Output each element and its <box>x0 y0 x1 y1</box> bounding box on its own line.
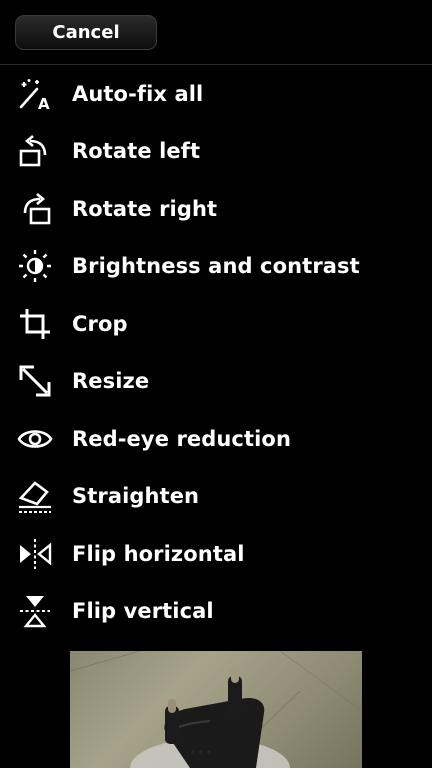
flip-vertical-icon <box>17 593 53 629</box>
eye-icon <box>17 421 53 457</box>
edit-menu: A Auto-fix all Rotate left Rotate right <box>0 65 432 640</box>
menu-item-label: Red-eye reduction <box>72 426 291 451</box>
menu-item-label: Straighten <box>72 484 200 509</box>
menu-item-brightness[interactable]: Brightness and contrast <box>0 238 432 296</box>
menu-item-label: Rotate left <box>72 139 201 164</box>
menu-item-rotate-right[interactable]: Rotate right <box>0 180 432 238</box>
cancel-button[interactable]: Cancel <box>15 15 157 50</box>
menu-item-auto-fix-all[interactable]: A Auto-fix all <box>0 65 432 123</box>
menu-item-resize[interactable]: Resize <box>0 353 432 411</box>
svg-text:◦ ◦ ◦: ◦ ◦ ◦ <box>190 749 212 759</box>
header-bar: Cancel <box>0 0 432 64</box>
flip-horizontal-icon <box>17 536 53 572</box>
menu-item-label: Flip horizontal <box>72 541 245 566</box>
menu-item-red-eye[interactable]: Red-eye reduction <box>0 410 432 468</box>
rotate-left-icon <box>17 133 53 169</box>
brightness-icon <box>17 248 53 284</box>
photo-preview: ◦ ◦ ◦ <box>70 651 362 768</box>
auto-fix-icon: A <box>17 76 53 112</box>
straighten-icon <box>17 478 53 514</box>
crop-icon <box>17 306 53 342</box>
menu-item-label: Crop <box>72 311 128 336</box>
photo-preview-image: ◦ ◦ ◦ <box>70 651 362 768</box>
menu-item-crop[interactable]: Crop <box>0 295 432 353</box>
menu-item-flip-horizontal[interactable]: Flip horizontal <box>0 525 432 583</box>
menu-item-flip-vertical[interactable]: Flip vertical <box>0 583 432 641</box>
menu-item-label: Auto-fix all <box>72 81 204 106</box>
svg-text:A: A <box>38 95 50 112</box>
menu-item-label: Resize <box>72 369 150 394</box>
resize-icon <box>17 363 53 399</box>
menu-item-label: Flip vertical <box>72 599 214 624</box>
menu-item-label: Rotate right <box>72 196 218 221</box>
menu-item-label: Brightness and contrast <box>72 254 360 279</box>
menu-item-rotate-left[interactable]: Rotate left <box>0 123 432 181</box>
rotate-right-icon <box>17 191 53 227</box>
menu-item-straighten[interactable]: Straighten <box>0 468 432 526</box>
